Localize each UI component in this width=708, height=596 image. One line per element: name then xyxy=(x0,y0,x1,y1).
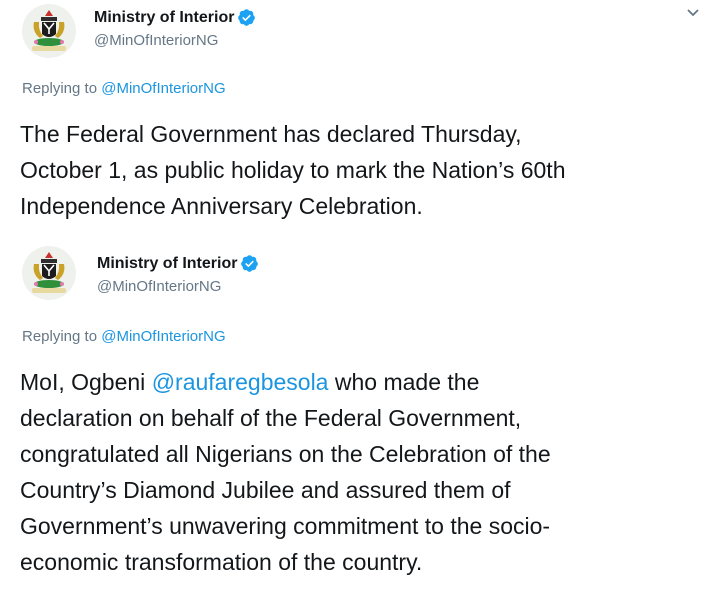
verified-badge-icon xyxy=(240,254,259,273)
tweet-text-line: declaration on behalf of the Federal Gov… xyxy=(20,405,522,431)
tweet-text-line: Government’s unwavering commitment to th… xyxy=(20,513,551,539)
tweet-text-line: The Federal Government has declared Thur… xyxy=(20,121,522,147)
tweet-text-segment: who made the xyxy=(328,369,480,395)
avatar[interactable] xyxy=(22,4,76,58)
avatar[interactable] xyxy=(22,246,76,300)
tweet-card: Ministry of Interior @MinOfInteriorNG Re… xyxy=(0,0,708,234)
chevron-down-icon[interactable] xyxy=(686,6,700,20)
author-handle[interactable]: @MinOfInteriorNG xyxy=(97,278,221,295)
tweet-text-line: MoI, Ogbeni @raufaregbesola who made the xyxy=(20,364,700,400)
tweet-text-line: congratulated all Nigerians on the Celeb… xyxy=(20,441,551,467)
mention-link[interactable]: @raufaregbesola xyxy=(152,369,329,395)
tweet-text: MoI, Ogbeni @raufaregbesola who made the… xyxy=(20,364,700,580)
reply-mention-link[interactable]: @MinOfInteriorNG xyxy=(101,80,225,97)
reply-mention-link[interactable]: @MinOfInteriorNG xyxy=(101,328,225,345)
coat-of-arms-icon xyxy=(22,246,76,300)
reply-prefix: Replying to xyxy=(22,80,98,97)
tweet-text: The Federal Government has declared Thur… xyxy=(20,116,700,224)
tweet-text-segment: MoI, Ogbeni xyxy=(20,369,152,395)
author-name[interactable]: Ministry of Interior xyxy=(97,255,237,273)
tweet-text-line: Independence Anniversary Celebration. xyxy=(20,193,423,219)
author-name[interactable]: Ministry of Interior xyxy=(94,9,234,27)
tweet-text-line: October 1, as public holiday to mark the… xyxy=(20,157,566,183)
coat-of-arms-icon xyxy=(22,4,76,58)
reply-context: Replying to @MinOfInteriorNG xyxy=(22,80,226,97)
tweet-text-line: Country’s Diamond Jubilee and assured th… xyxy=(20,477,511,503)
reply-context: Replying to @MinOfInteriorNG xyxy=(22,328,226,345)
verified-badge-icon xyxy=(237,8,256,27)
tweet-card: Ministry of Interior @MinOfInteriorNG Re… xyxy=(0,234,708,596)
author-handle[interactable]: @MinOfInteriorNG xyxy=(94,32,218,49)
reply-prefix: Replying to xyxy=(22,328,98,345)
tweet-text-line: economic transformation of the country. xyxy=(20,549,423,575)
